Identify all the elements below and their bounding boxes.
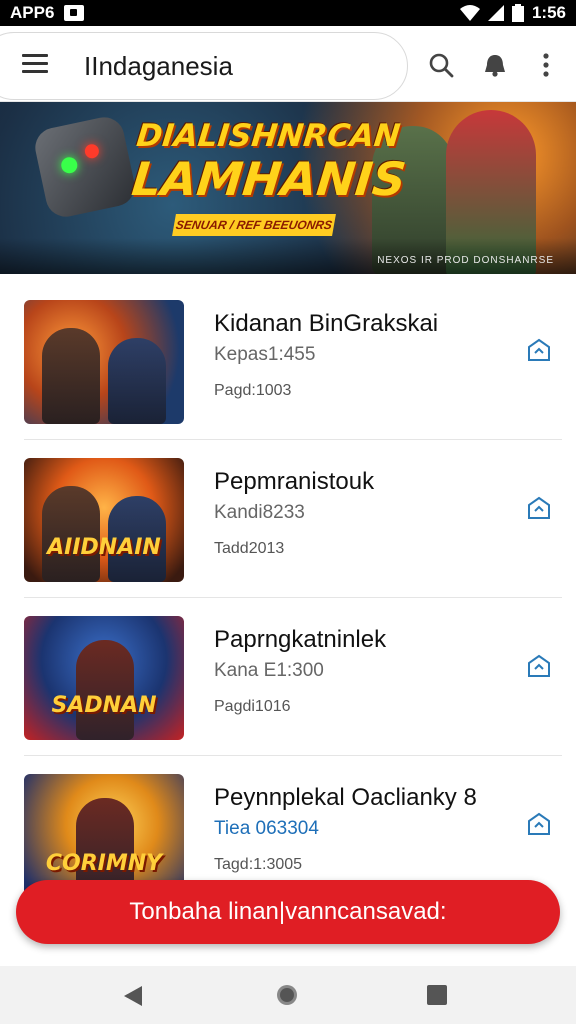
banner-robot-art: [31, 113, 139, 221]
item-thumbnail: AIIDNAIN: [24, 458, 184, 582]
game-list: Kidanan BinGrakskai Kepas1:455 Pagd:1003…: [0, 282, 576, 914]
banner-title-line2: LAMHANIS: [129, 151, 409, 206]
banner-credit: NEXOS IR PROD DONSHANRSE: [377, 255, 554, 266]
status-bar: APP6 1:56: [0, 0, 576, 26]
tag-icon[interactable]: [526, 338, 552, 364]
system-nav-bar: [0, 966, 576, 1024]
banner-title-line1: DIALISHNRCAN: [134, 118, 402, 154]
bell-icon[interactable]: [482, 52, 508, 78]
primary-action-button[interactable]: Tonbaha linan|vanncansavad:: [16, 880, 560, 944]
battery-icon: [511, 4, 524, 22]
item-meta: Tagd:1:3005: [214, 856, 303, 873]
recents-icon[interactable]: [427, 985, 447, 1005]
item-meta: Tadd2013: [214, 540, 285, 557]
item-subtitle: Kandi8233: [214, 502, 305, 523]
menu-icon[interactable]: [22, 54, 48, 74]
thumbnail-logo: SADNAN: [51, 693, 157, 718]
item-subtitle: Kepas1:455: [214, 344, 316, 365]
list-item[interactable]: Kidanan BinGrakskai Kepas1:455 Pagd:1003: [24, 282, 562, 440]
item-title: Paprngkatninlek: [214, 626, 387, 653]
home-icon[interactable]: [275, 983, 299, 1007]
item-subtitle: Kana E1:300: [214, 660, 324, 681]
banner-tagline: SENUAR / REF BEEUONRS: [172, 214, 336, 236]
app-title: IIndaganesia: [84, 51, 233, 81]
promo-banner[interactable]: DIALISHNRCAN LAMHANIS SENUAR / REF BEEUO…: [0, 102, 576, 274]
item-subtitle: Tiea 063304: [214, 818, 319, 839]
back-icon[interactable]: [122, 984, 144, 1008]
item-meta: Pagdi1016: [214, 698, 291, 715]
item-title: Kidanan BinGrakskai: [214, 310, 439, 337]
signal-icon: [487, 5, 504, 21]
tag-icon[interactable]: [526, 654, 552, 680]
list-item[interactable]: SADNAN Paprngkatninlek Kana E1:300 Pagdi…: [24, 598, 562, 756]
item-thumbnail: SADNAN: [24, 616, 184, 740]
item-thumbnail: [24, 300, 184, 424]
banner-title: DIALISHNRCAN LAMHANIS: [129, 118, 409, 206]
item-title: Peynnplekal Oaclianky 8: [214, 784, 477, 811]
search-icon[interactable]: [428, 52, 454, 78]
tag-icon[interactable]: [526, 812, 552, 838]
wifi-icon: [459, 5, 480, 21]
notification-app-icon: [64, 5, 85, 21]
item-title: Pepmranistouk: [214, 468, 375, 495]
thumbnail-logo: AIIDNAIN: [47, 535, 161, 560]
list-item[interactable]: AIIDNAIN Pepmranistouk Kandi8233 Tadd201…: [24, 440, 562, 598]
more-vert-icon[interactable]: [535, 52, 557, 78]
status-time: 1:56: [531, 3, 566, 22]
tag-icon[interactable]: [526, 496, 552, 522]
status-app-label: APP6: [10, 3, 55, 22]
app-bar: IIndaganesia: [0, 26, 576, 102]
thumbnail-logo: CORIMNY: [45, 851, 163, 876]
item-meta: Pagd:1003: [214, 382, 292, 399]
